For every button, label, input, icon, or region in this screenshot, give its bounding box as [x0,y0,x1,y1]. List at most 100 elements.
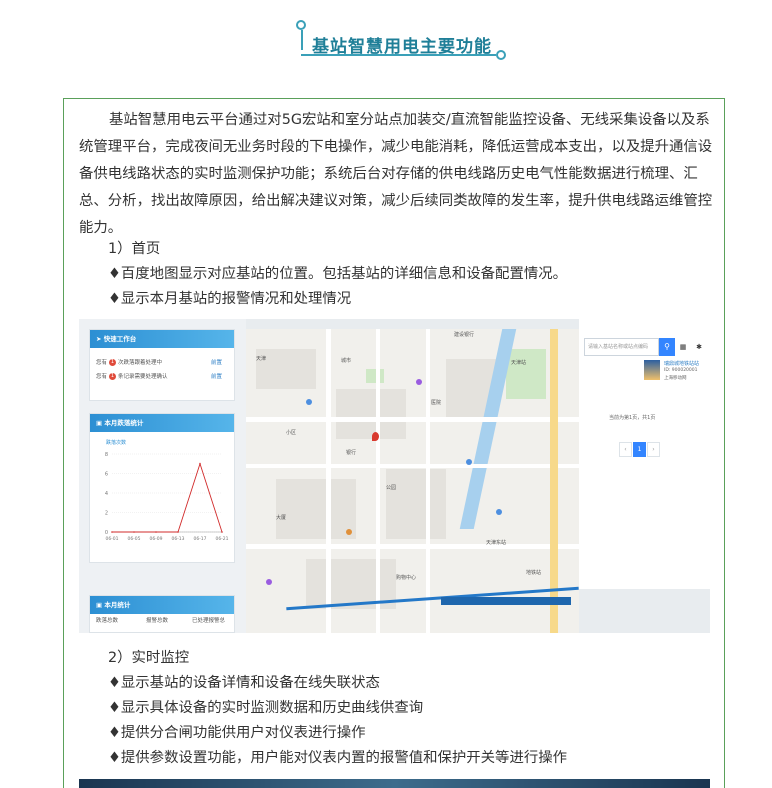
todo-link[interactable]: 前置 [211,370,222,384]
todo-item[interactable]: 您有 1 条记录需要处理确认 前置 [90,370,234,384]
section2-heading: 2）实时监控 [108,650,190,666]
chart-data-point [155,531,157,533]
alarm-chart-card: ▣ 本月跌落统计 跌落次数 8 6 4 2 0 06-01 06-05 06-09 06-13 06… [89,413,235,563]
map-label: 小区 [286,430,297,436]
map-label: 天津 [256,356,267,362]
map-block [276,479,356,539]
chart-series-line [112,462,223,533]
chart-data-point [199,462,201,465]
alarm-chart-title-text: 本月跌落统计 [104,419,144,427]
poi-marker-icon [416,379,422,385]
prev-page-button[interactable]: ‹ [619,442,632,457]
chart-data-point [177,531,179,533]
chart-x-tick: 06-21 [215,536,228,542]
alarm-line-chart: 跌落次数 8 6 4 2 006-01 06-05 06-09 06-13 06-17 06-21 [105,439,229,542]
station-search-input[interactable]: 请输入基站名称或站点编码 [584,338,659,356]
map-label: 建设银行 [454,332,475,338]
map-road [326,329,331,633]
dashboard-screenshot: ➤ 快速工作台 您有 1 次跌落跟着处理中 前置 您有 1 条记录需要处理确认 前置 ▣… [79,319,710,633]
layer-icon[interactable]: ▦ [675,338,691,356]
page-count-text: 当前为第1页，共1页 [609,415,656,421]
chart-y-tick: 2 [105,511,108,517]
baidu-map[interactable]: 建设银行 天津 城市 医院 小区 公园 天津站 地铁站 大厦 天津东站 银行 购… [246,329,579,633]
todo-count-badge: 1 [109,373,117,380]
todo-text: 条记录需要处理确认 [118,374,168,380]
map-block [336,389,406,439]
poi-marker-icon [466,459,472,465]
map-road [246,544,579,549]
poi-marker-icon [496,509,502,515]
station-id: ID: 900020001 [664,368,698,373]
section1-heading: 1）首页 [108,241,161,257]
chart-x-tick: 06-05 [127,536,140,542]
monthly-stats-title: ▣ 本月统计 [90,596,234,614]
map-label: 银行 [346,450,357,456]
section2-bullet: ♦显示具体设备的实时监测数据和历史曲线供查询 [108,700,424,716]
stats-col: 跌落总数 [96,618,119,624]
map-road [426,329,430,633]
section2-bullet: ♦提供分合闸功能供用户对仪表进行操作 [108,725,366,741]
map-park [506,349,546,399]
monthly-stats-title-text: 本月统计 [104,601,131,609]
dashboard-left-panel: ➤ 快速工作台 您有 1 次跌落跟着处理中 前置 您有 1 条记录需要处理确认 前置 ▣… [79,319,246,633]
station-name[interactable]: 瑞鼎城地铁站站 [664,360,699,367]
chart-x-tick: 06-17 [193,536,206,542]
map-label: 公园 [386,485,397,491]
section1-bullet: ♦百度地图显示对应基站的位置。包括基站的详细信息和设备配置情况。 [108,266,568,282]
todo-prefix: 您有 [96,374,108,380]
map-metro-station [441,597,571,605]
stats-col: 报警总数 [146,618,169,624]
page-1-button[interactable]: 1 [633,442,646,457]
poi-marker-icon [266,579,272,585]
map-block [386,469,446,539]
chart-data-point [133,531,135,533]
quick-work-title-text: 快速工作台 [103,335,137,343]
map-label: 地铁站 [526,570,542,576]
todo-link[interactable]: 前置 [211,356,222,370]
alarm-chart-title: ▣ 本月跌落统计 [90,414,234,432]
quick-work-card: ➤ 快速工作台 您有 1 次跌落跟着处理中 前置 您有 1 条记录需要处理确认 前置 [89,329,235,401]
todo-text: 次跌落跟着处理中 [118,360,163,366]
map-label: 医院 [431,400,442,406]
chart-data-point [221,531,223,533]
chart-legend: 跌落次数 [106,439,126,446]
map-road [246,464,579,468]
map-label: 城市 [341,358,352,364]
map-label: 天津东站 [486,540,507,546]
map-park [366,369,384,383]
map-label: 天津站 [511,360,527,366]
title-ring-decoration [296,20,306,30]
map-road [376,329,380,633]
section-title-banner: 基站智慧用电主要功能 [296,20,506,62]
intro-paragraph: 基站智慧用电云平台通过对5G宏站和室分站点加装交/直流智能监控设备、无线采集设备… [79,112,713,236]
chart-y-tick: 0 [105,530,108,536]
chart-x-tick: 06-13 [171,536,184,542]
next-image-preview [79,779,710,788]
station-thumbnail [644,360,660,380]
section1-bullet: ♦显示本月基站的报警情况和处理情况 [108,291,352,307]
stats-col: 已处理报警总 [192,618,226,624]
station-operator: 上海移动网 [664,376,687,381]
station-result-item[interactable]: 瑞鼎城地铁站站 ID: 900020001 上海移动网 [584,357,705,393]
quick-work-title: ➤ 快速工作台 [90,330,234,348]
todo-item[interactable]: 您有 1 次跌落跟着处理中 前置 [90,356,234,370]
title-ring-decoration [496,50,506,60]
search-icon[interactable]: ⚲ [659,338,675,356]
stats-columns: 跌落总数 报警总数 已处理报警总 [90,614,234,628]
alarm-chart: 跌落次数 8 6 4 2 0 06-01 06-05 06-09 06-13 06-17 06-21 [90,432,234,557]
chart-y-tick: 6 [105,472,108,478]
todo-prefix: 您有 [96,360,108,366]
settings-icon[interactable]: ✱ [691,338,707,356]
title-line-decoration [301,30,303,50]
chart-data-point [111,531,113,533]
station-search-panel: 请输入基站名称或站点编码 ⚲ ▦ ✱ 瑞鼎城地铁站站 ID: 900020001… [579,319,710,589]
section2-bullet: ♦显示基站的设备详情和设备在线失联状态 [108,675,380,691]
todo-count-badge: 1 [109,359,117,366]
next-page-button[interactable]: › [647,442,660,457]
monthly-stats-card: ▣ 本月统计 跌落总数 报警总数 已处理报警总 [89,595,235,633]
chart-x-tick: 06-09 [149,536,162,542]
chart-y-tick: 8 [105,452,108,458]
chart-y-tick: 4 [105,491,108,497]
chart-x-tick: 06-01 [105,536,118,542]
station-map-pin-icon[interactable] [372,432,379,441]
